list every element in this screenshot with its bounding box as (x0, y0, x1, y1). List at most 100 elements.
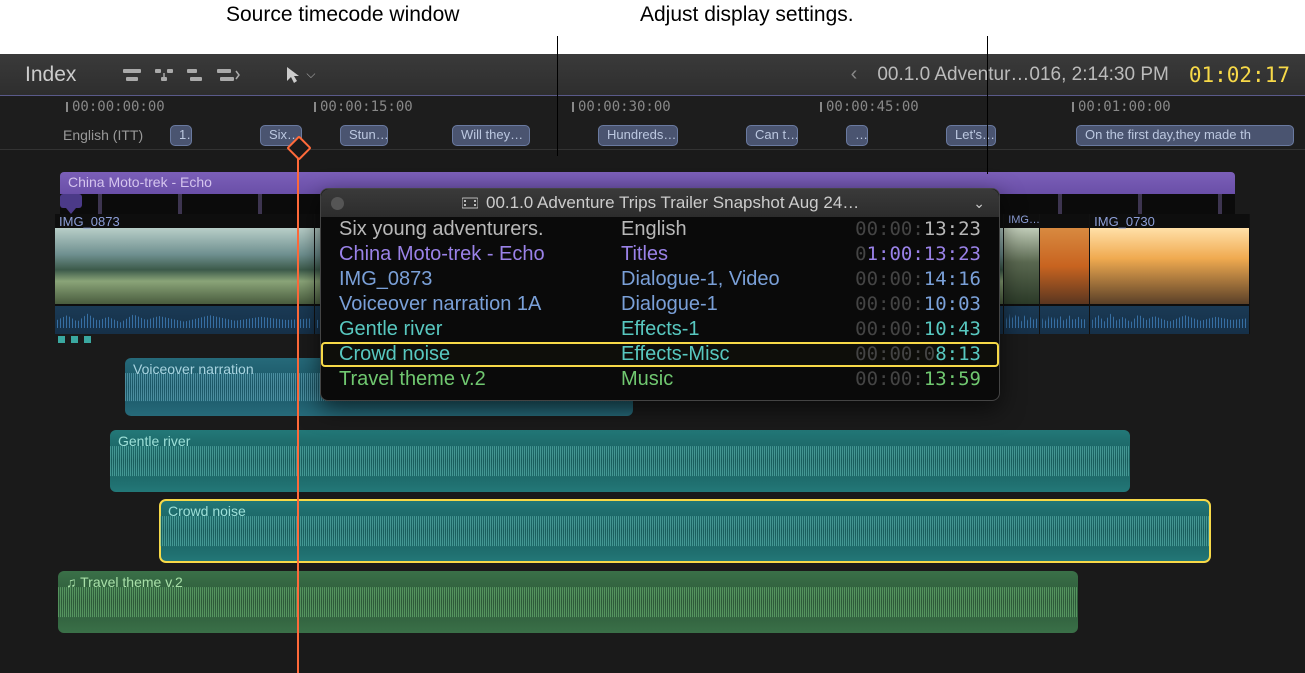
timeline-ruler[interactable]: 00:00:00:00 00:00:15:00 00:00:30:00 00:0… (0, 96, 1305, 150)
timecode-row[interactable]: Six young adventurers.English00:00:13:23 (321, 217, 999, 242)
row-role: Music (621, 368, 821, 391)
connect-clip-icon[interactable] (116, 61, 148, 89)
waveform (58, 571, 1078, 633)
index-button[interactable]: Index (15, 59, 86, 91)
caption-chip[interactable]: … (846, 125, 868, 146)
caption-chip[interactable]: 1… (170, 125, 192, 146)
timeline-window: Index ⌵ ‹ 00.1.0 Adventur…016, 2:14:30 P… (0, 54, 1305, 673)
row-timecode: 00:00:08:13 (821, 343, 981, 365)
annotation-callouts: Source timecode window Adjust display se… (0, 0, 1305, 54)
clip-label: Voiceover narration (133, 361, 254, 377)
row-role: English (621, 218, 821, 241)
row-timecode: 00:00:13:59 (821, 368, 981, 390)
caption-chip[interactable]: Let's… (946, 125, 996, 146)
row-clip-name: IMG_0873 (339, 268, 621, 291)
row-timecode: 00:00:10:03 (821, 293, 981, 315)
overwrite-clip-icon[interactable] (212, 61, 244, 89)
video-clip[interactable] (1040, 214, 1090, 334)
row-timecode: 00:00:14:16 (821, 268, 981, 290)
clip-thumbnail (1004, 228, 1039, 304)
timecode-row[interactable]: China Moto-trek - EchoTitles01:00:13:23 (321, 242, 999, 267)
caption-chip[interactable]: Stun… (340, 125, 388, 146)
row-clip-name: Travel theme v.2 (339, 368, 621, 391)
ruler-tick: 00:00:45:00 (826, 99, 919, 115)
row-clip-name: China Moto-trek - Echo (339, 243, 621, 266)
playhead[interactable] (297, 151, 299, 673)
clip-label: IMG_0730 (1094, 214, 1155, 229)
caption-chip[interactable]: Can t… (746, 125, 798, 146)
connection-indicators (58, 336, 91, 343)
clip-label: IMG_0873 (59, 214, 120, 229)
clip-label: Crowd noise (168, 503, 246, 519)
row-clip-name: Voiceover narration 1A (339, 293, 621, 316)
clip-thumbnail (1040, 228, 1089, 304)
timecode-window-title: 00.1.0 Adventure Trips Trailer Snapshot … (352, 193, 969, 213)
timecode-rows: Six young adventurers.English00:00:13:23… (321, 217, 999, 392)
chevron-down-icon: ⌵ (306, 67, 315, 82)
clip-audio-waveform (1004, 306, 1039, 334)
row-role: Effects-Misc (621, 343, 821, 366)
display-settings-button[interactable]: ⌄ (969, 195, 989, 212)
ruler-tick: 00:00:00:00 (72, 99, 165, 115)
audio-clip-music[interactable]: ♫ Travel theme v.2 (58, 571, 1078, 633)
row-role: Dialogue-1, Video (621, 268, 821, 291)
project-title[interactable]: 00.1.0 Adventur…016, 2:14:30 PM (877, 64, 1169, 86)
caption-chip[interactable]: Will they… (452, 125, 530, 146)
clip-label: Gentle river (118, 433, 190, 449)
master-timecode[interactable]: 01:02:17 (1189, 63, 1290, 87)
row-timecode: 01:00:13:23 (821, 243, 981, 265)
timecode-row[interactable]: Gentle riverEffects-100:00:10:43 (321, 317, 999, 342)
timeline-area[interactable]: 00:00:00:00 00:00:15:00 00:00:30:00 00:0… (0, 96, 1305, 673)
ruler-tick: 00:00:30:00 (578, 99, 671, 115)
row-clip-name: Gentle river (339, 318, 621, 341)
timecode-row[interactable]: Travel theme v.2Music00:00:13:59 (321, 367, 999, 392)
audio-clip-selected[interactable]: Crowd noise (160, 500, 1210, 562)
row-clip-name: Six young adventurers. (339, 218, 621, 241)
row-role: Effects-1 (621, 318, 821, 341)
ruler-tick: 00:01:00:00 (1078, 99, 1171, 115)
annotation-source-timecode: Source timecode window (226, 3, 459, 27)
nav-back-chevron[interactable]: ‹ (851, 63, 858, 86)
timeline-toolbar: Index ⌵ ‹ 00.1.0 Adventur…016, 2:14:30 P… (0, 54, 1305, 96)
timecode-row[interactable]: Voiceover narration 1ADialogue-100:00:10… (321, 292, 999, 317)
annotation-line-right (987, 36, 988, 174)
clip-audio-waveform (1040, 306, 1089, 334)
caption-chip[interactable]: Hundreds… (598, 125, 678, 146)
row-timecode: 00:00:10:43 (821, 318, 981, 340)
clip-audio-waveform (55, 306, 314, 334)
video-clip[interactable]: IMG… (1004, 214, 1040, 334)
toolbar-right: ‹ 00.1.0 Adventur…016, 2:14:30 PM 01:02:… (851, 63, 1290, 87)
filmstrip-icon (462, 196, 478, 210)
caption-chip[interactable]: On the first day,they made th (1076, 125, 1294, 146)
clip-label: ♫ Travel theme v.2 (66, 574, 183, 590)
marker-icon[interactable] (60, 194, 82, 208)
clip-audio-waveform (1090, 306, 1249, 334)
row-timecode: 00:00:13:23 (821, 218, 981, 240)
clip-thumbnail (1090, 228, 1249, 304)
timecode-row[interactable]: Crowd noiseEffects-Misc00:00:08:13 (321, 342, 999, 367)
row-role: Dialogue-1 (621, 293, 821, 316)
insert-clip-icon[interactable] (148, 61, 180, 89)
caption-lane: English (ITT) 1… Six… Stun… Will they… H… (0, 125, 1305, 147)
row-clip-name: Crowd noise (339, 343, 621, 366)
source-timecode-window[interactable]: 00.1.0 Adventure Trips Trailer Snapshot … (320, 188, 1000, 401)
title-clip-label: China Moto-trek - Echo (68, 174, 212, 190)
select-tool[interactable]: ⌵ (286, 66, 315, 84)
ruler-tick: 00:00:15:00 (320, 99, 413, 115)
video-clip[interactable]: IMG_0730 (1090, 214, 1250, 334)
waveform (160, 500, 1210, 562)
clip-label: IMG… (1008, 214, 1040, 226)
annotation-adjust-settings: Adjust display settings. (640, 3, 854, 27)
caption-language-label: English (ITT) (63, 127, 143, 143)
annotation-line-left (557, 36, 558, 156)
audio-clip-effects[interactable]: Gentle river (110, 430, 1130, 492)
waveform (110, 430, 1130, 492)
clip-thumbnail (55, 228, 314, 304)
row-role: Titles (621, 243, 821, 266)
timecode-row[interactable]: IMG_0873Dialogue-1, Video00:00:14:16 (321, 267, 999, 292)
timecode-window-header[interactable]: 00.1.0 Adventure Trips Trailer Snapshot … (321, 189, 999, 217)
close-button[interactable] (331, 197, 344, 210)
video-clip[interactable]: IMG_0873 (55, 214, 315, 334)
toolbar-icon-group (116, 61, 244, 89)
append-clip-icon[interactable] (180, 61, 212, 89)
